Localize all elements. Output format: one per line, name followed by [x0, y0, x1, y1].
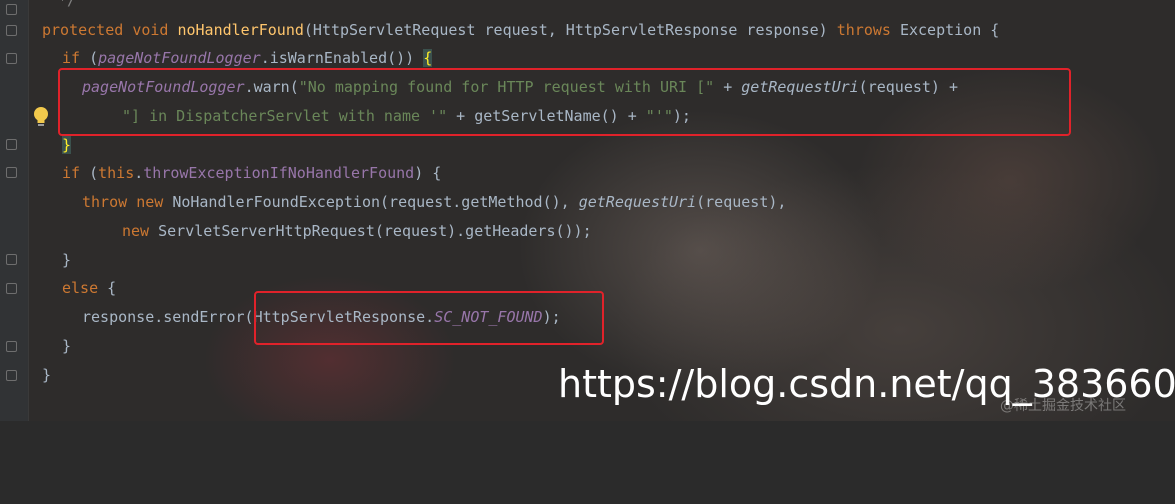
code-text: { — [98, 279, 117, 297]
keyword: protected — [42, 21, 124, 39]
code-line-method-signature: protected void noHandlerFound(HttpServle… — [42, 16, 999, 44]
code-line: } — [42, 361, 51, 389]
code-line: */ — [58, 0, 76, 14]
watermark-sub: @稀土掘金技术社区 — [1000, 398, 1126, 414]
keyword: else — [62, 279, 99, 297]
field-name: throwExceptionIfNoHandlerFound — [143, 164, 415, 182]
code-text: Exception { — [899, 21, 1000, 39]
keyword: if — [62, 164, 81, 182]
keyword: if — [62, 49, 81, 67]
params: (HttpServletRequest request, HttpServlet… — [303, 21, 828, 39]
keyword: void — [132, 21, 169, 39]
keyword: throws — [836, 21, 891, 39]
code-text: } — [62, 337, 72, 355]
code-text: ) { — [414, 164, 442, 182]
keyword: new — [136, 193, 164, 211]
code-text: } — [42, 366, 52, 384]
field-name: pageNotFoundLogger — [98, 49, 261, 67]
keyword: new — [122, 222, 150, 240]
code-text: ( — [89, 49, 99, 67]
comment-end: */ — [58, 0, 77, 9]
keyword: this — [98, 164, 135, 182]
code-line: throw new NoHandlerFoundException(reques… — [82, 188, 786, 216]
code-text: NoHandlerFoundException(request.getMetho… — [172, 193, 570, 211]
keyword: throw — [82, 193, 128, 211]
highlight-box-send-error — [254, 291, 604, 345]
highlight-box-warn-call — [58, 68, 1071, 136]
code-editor[interactable]: */ protected void noHandlerFound(HttpSer… — [0, 0, 1175, 421]
code-text: .isWarnEnabled()) — [260, 49, 415, 67]
code-line: new ServletServerHttpRequest(request).ge… — [122, 217, 592, 245]
method-name: noHandlerFound — [177, 21, 304, 39]
brace-match: } — [62, 136, 72, 154]
code-text: (request), — [696, 193, 787, 211]
code-text: . — [134, 164, 144, 182]
code-text: } — [62, 251, 72, 269]
brace-match: { — [423, 49, 433, 67]
static-method: getRequestUri — [578, 193, 697, 211]
code-text: ServletServerHttpRequest(request).getHea… — [158, 222, 592, 240]
code-line: } — [62, 332, 71, 360]
code-line: else { — [62, 274, 116, 302]
code-line: if (this.throwExceptionIfNoHandlerFound)… — [62, 159, 441, 187]
code-line: } — [62, 246, 71, 274]
code-text: ( — [80, 164, 99, 182]
